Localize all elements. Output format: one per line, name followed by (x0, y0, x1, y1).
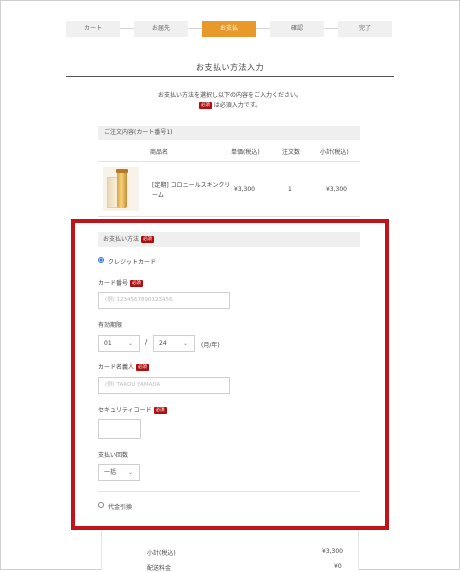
credit-card-label[interactable]: クレジットカード (108, 257, 156, 266)
card-holder-label-text: カード名義人 (98, 364, 135, 371)
cod-label[interactable]: 代金引換 (108, 502, 132, 511)
order-rule-bottom (98, 216, 360, 217)
card-holder-input[interactable]: (例) TAROU YAMADA (98, 377, 230, 394)
product-unit-price: ¥3,300 (234, 186, 255, 193)
cod-radio[interactable] (98, 502, 104, 508)
chevron-down-icon: ⌄ (127, 469, 133, 476)
step-payment: お支払 (202, 21, 256, 37)
payment-divider (98, 491, 360, 492)
card-number-label: カード番号 必須 (98, 278, 143, 287)
expiry-suffix: (月/年) (201, 342, 220, 349)
installments-value: 一括 (104, 469, 117, 476)
intro-text: お支払い方法を選択し以下の内容をご入力ください。 必須 は必須入力です。 (0, 91, 460, 111)
required-badge: 必須 (153, 407, 167, 414)
product-tube (117, 171, 127, 208)
required-badge: 必須 (129, 280, 143, 287)
summary-subtotal-value: ¥3,300 (322, 548, 343, 555)
credit-card-radio[interactable] (98, 257, 104, 263)
required-badge: 必須 (140, 236, 154, 243)
step-cart: カート (66, 21, 120, 37)
card-number-label-text: カード番号 (98, 280, 129, 287)
intro-line-2-text: は必須入力です。 (213, 102, 262, 109)
security-code-label-text: セキュリティコード (98, 407, 152, 414)
product-subtotal: ¥3,300 (326, 186, 347, 193)
payment-heading: お支払い方法 必須 (98, 232, 360, 247)
card-number-input[interactable]: (例) 1234567890123456 (98, 292, 230, 309)
expiry-separator: / (145, 338, 148, 346)
payment-heading-text: お支払い方法 (103, 236, 140, 243)
installments-label: 支払い回数 (98, 452, 129, 459)
intro-line-1: お支払い方法を選択し以下の内容をご入力ください。 (157, 92, 302, 99)
required-badge: 必須 (135, 364, 149, 371)
chevron-down-icon: ⌄ (182, 340, 188, 347)
page-title: お支払い方法入力 (196, 63, 264, 72)
product-cap (116, 169, 128, 173)
security-code-input[interactable] (98, 419, 141, 439)
order-heading: ご注文内容(カート番号1) (98, 126, 360, 140)
installments-select[interactable]: 一括 ⌄ (98, 464, 140, 481)
col-product: 商品名 (150, 149, 169, 156)
product-image (103, 167, 139, 211)
checkout-stepper: カート お届先 お支払 確認 完了 (66, 21, 394, 37)
expiry-year-value: 24 (159, 340, 167, 347)
summary-shipping-value: ¥0 (334, 563, 342, 570)
intro-line-2: 必須 は必須入力です。 (0, 101, 460, 111)
chevron-down-icon: ⌄ (127, 340, 133, 347)
card-holder-label: カード名義人 必須 (98, 362, 149, 371)
expiry-month-select[interactable]: 01 ⌄ (98, 335, 140, 352)
expiry-month-value: 01 (104, 340, 112, 347)
col-qty: 注文数 (282, 149, 301, 156)
product-qty: 1 (288, 186, 292, 193)
required-badge: 必須 (198, 102, 212, 109)
expiry-year-select[interactable]: 24 ⌄ (153, 335, 195, 352)
order-summary: 小計(税込) ¥3,300 配送料金 ¥0 (101, 530, 359, 572)
order-columns: 商品名 単価(税込) 注文数 小計(税込) (98, 147, 360, 161)
summary-shipping-label: 配送料金 (147, 565, 172, 572)
product-name[interactable]: [定期] コロニールスキンクリーム (152, 181, 232, 201)
step-confirm: 確認 (270, 21, 324, 37)
security-code-label: セキュリティコード 必須 (98, 405, 167, 414)
order-rule (98, 161, 360, 162)
step-delivery: お届先 (134, 21, 188, 37)
step-complete: 完了 (338, 21, 392, 37)
expiry-label: 有効期限 (98, 322, 123, 329)
col-unit-price: 単価(税込) (231, 149, 260, 156)
summary-subtotal-label: 小計(税込) (147, 550, 176, 557)
col-subtotal: 小計(税込) (320, 149, 349, 156)
title-divider (66, 76, 394, 77)
